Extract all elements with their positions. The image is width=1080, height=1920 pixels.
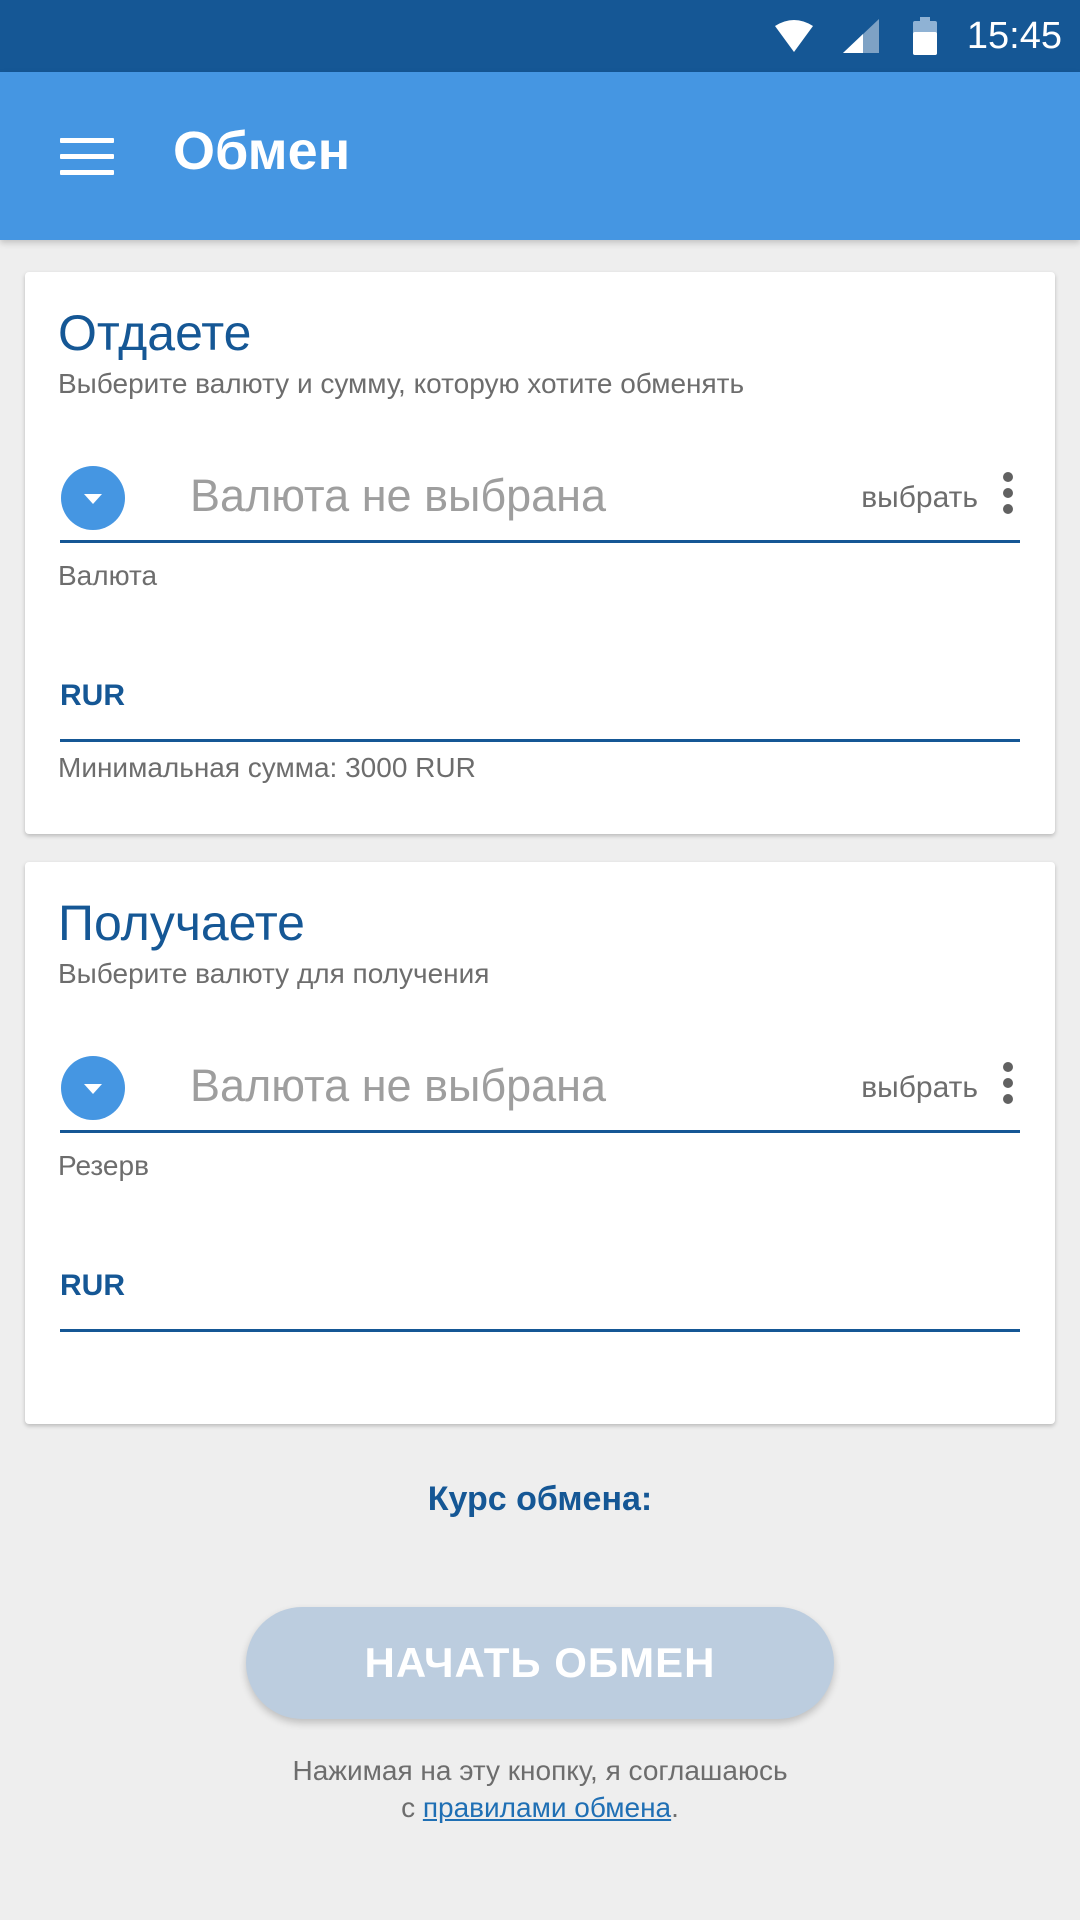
receive-card-title: Получаете [58,895,305,951]
give-amount-field[interactable]: RUR [60,661,1020,742]
status-time: 15:45 [966,14,1062,57]
wifi-icon [774,20,813,52]
consent-prefix: с [401,1792,416,1823]
consent-line-1: Нажимая на эту кнопку, я соглашаюсь [292,1755,788,1786]
receive-field-label: Резерв [58,1150,149,1181]
page-title: Обмен [173,121,351,181]
chevron-down-icon[interactable] [61,1056,125,1120]
give-card: Отдаете Выберите валюту и сумму, которую… [25,272,1055,834]
give-choose-link[interactable]: выбрать [861,481,978,515]
receive-currency-placeholder: Валюта не выбрана [190,1060,607,1111]
receive-card: Получаете Выберите валюту для получения … [25,862,1055,1424]
battery-icon [912,17,937,55]
give-min-amount: Минимальная сумма: 3000 RUR [58,752,476,783]
chevron-down-icon[interactable] [61,466,125,530]
receive-card-subtitle: Выберите валюту для получения [58,958,490,989]
consent-text: Нажимая на эту кнопку, я соглашаюсь с пр… [0,1752,1080,1826]
give-amount-currency: RUR [60,679,125,712]
receive-amount-field[interactable]: RUR [60,1251,1020,1332]
give-currency-selector[interactable]: Валюта не выбрана выбрать [60,456,1020,543]
more-vert-icon[interactable] [1000,1062,1016,1114]
consent-suffix: . [671,1792,679,1823]
receive-currency-selector[interactable]: Валюта не выбрана выбрать [60,1046,1020,1133]
more-vert-icon[interactable] [1000,472,1016,524]
exchange-rate-label: Курс обмена: [427,1480,653,1518]
status-bar: 15:45 [0,0,1080,72]
exchange-rules-link[interactable]: правилами обмена [423,1792,671,1823]
give-card-subtitle: Выберите валюту и сумму, которую хотите … [58,368,745,399]
receive-choose-link[interactable]: выбрать [861,1071,978,1105]
cell-signal-icon [842,19,879,53]
receive-amount-currency: RUR [60,1269,125,1302]
give-field-label: Валюта [58,560,158,591]
give-card-title: Отдаете [58,305,252,361]
give-currency-placeholder: Валюта не выбрана [190,470,607,521]
menu-icon[interactable] [60,138,114,176]
start-exchange-button[interactable]: НАЧАТЬ ОБМЕН [246,1607,834,1719]
app-bar: Обмен [0,72,1080,240]
